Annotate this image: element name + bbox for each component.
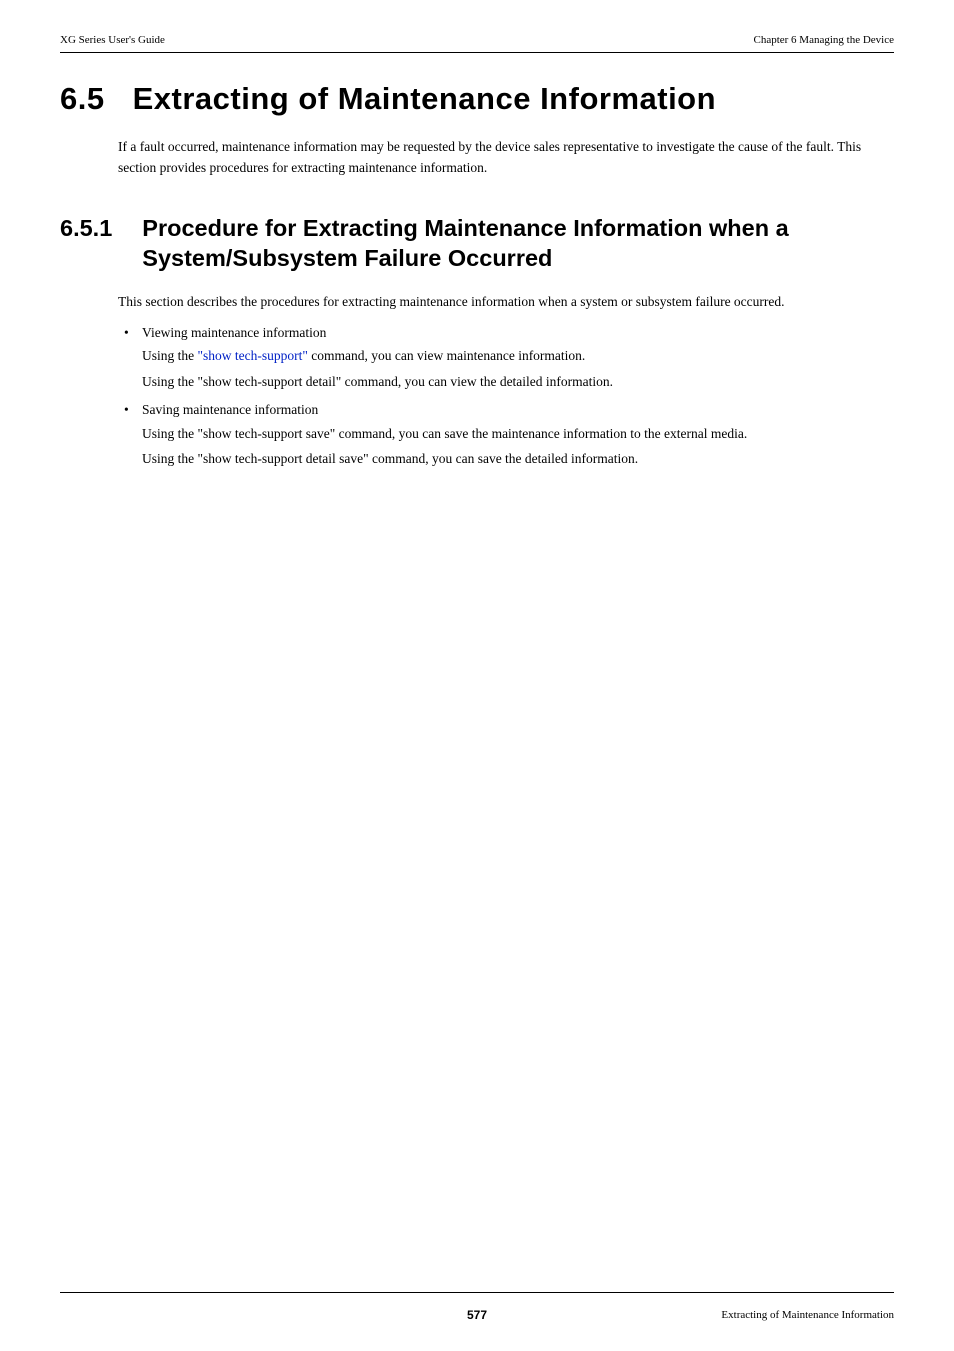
running-header: XG Series User's Guide Chapter 6 Managin… xyxy=(60,34,894,53)
text-fragment: command, you can view maintenance inform… xyxy=(308,348,585,363)
section-heading-6-5: 6.5 Extracting of Maintenance Informatio… xyxy=(60,81,894,117)
header-right: Chapter 6 Managing the Device xyxy=(753,34,894,46)
subheading-number: 6.5.1 xyxy=(60,213,112,274)
section-intro: If a fault occurred, maintenance informa… xyxy=(118,137,894,179)
bullet-line: Using the "show tech-support detail" com… xyxy=(142,369,894,395)
footer-section-title: Extracting of Maintenance Information xyxy=(721,1309,894,1321)
bullet-title: Viewing maintenance information xyxy=(142,325,326,340)
subheading-title: Procedure for Extracting Maintenance Inf… xyxy=(142,213,894,274)
bullet-list: Viewing maintenance information Using th… xyxy=(118,323,894,472)
heading-number: 6.5 xyxy=(60,81,105,117)
page-footer: 577 Extracting of Maintenance Informatio… xyxy=(60,1292,894,1321)
heading-title: Extracting of Maintenance Information xyxy=(133,81,894,117)
header-left: XG Series User's Guide xyxy=(60,34,165,46)
body-block: This section describes the procedures fo… xyxy=(118,292,894,472)
command-link[interactable]: "show tech-support" xyxy=(198,348,308,363)
bullet-line: Using the "show tech-support detail save… xyxy=(142,446,894,472)
page-number: 577 xyxy=(467,1308,487,1322)
page-container: XG Series User's Guide Chapter 6 Managin… xyxy=(0,0,954,1351)
lead-paragraph: This section describes the procedures fo… xyxy=(118,292,894,313)
list-item: Saving maintenance information Using the… xyxy=(118,400,894,472)
bullet-line: Using the "show tech-support save" comma… xyxy=(142,421,894,447)
bullet-title: Saving maintenance information xyxy=(142,402,318,417)
text-fragment: Using the xyxy=(142,348,198,363)
subsection-heading-6-5-1: 6.5.1 Procedure for Extracting Maintenan… xyxy=(60,213,894,274)
list-item: Viewing maintenance information Using th… xyxy=(118,323,894,395)
bullet-line: Using the "show tech-support" command, y… xyxy=(142,343,894,369)
